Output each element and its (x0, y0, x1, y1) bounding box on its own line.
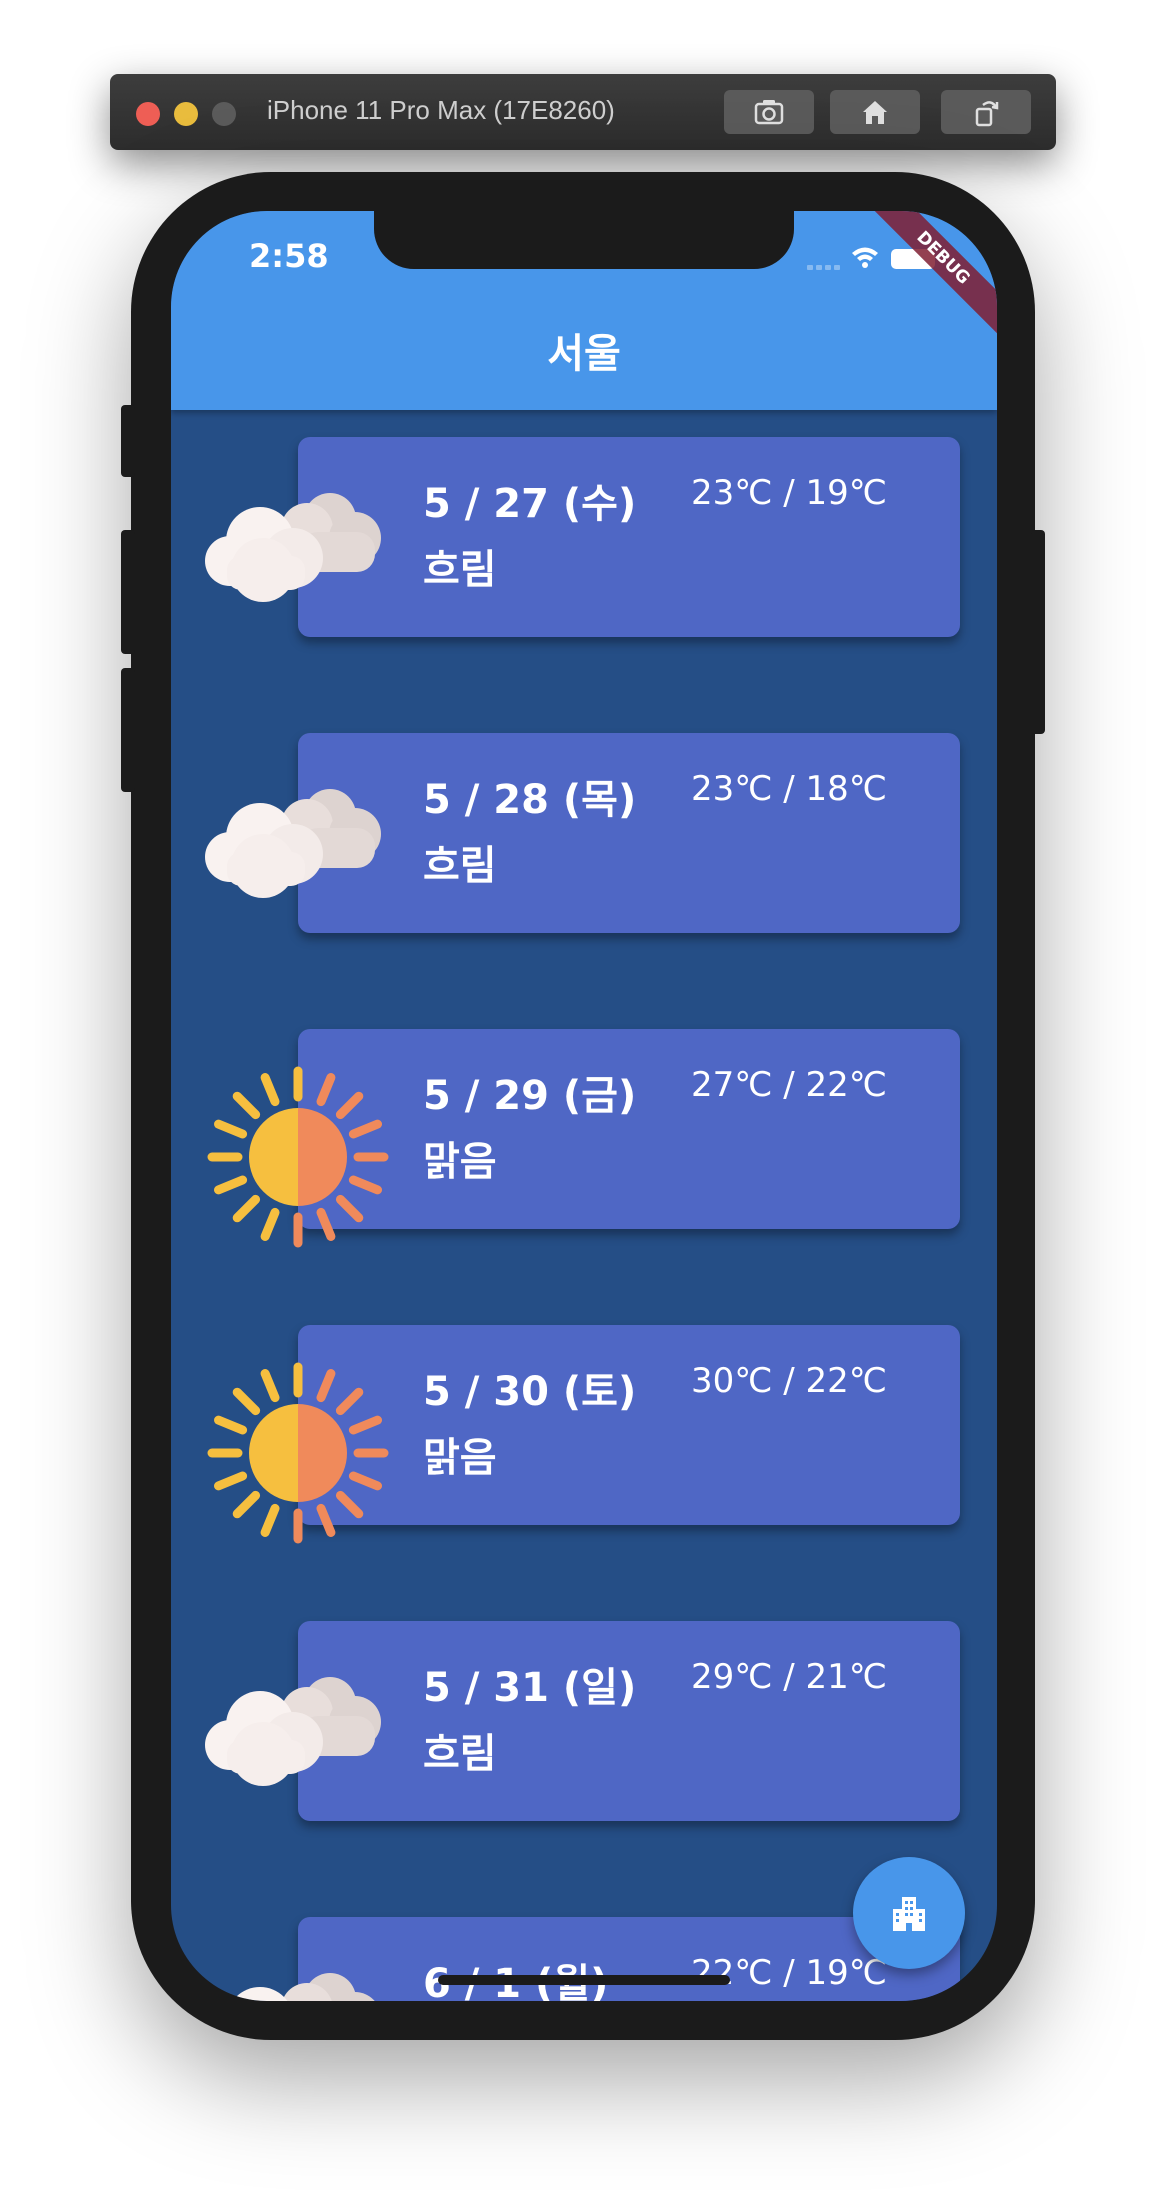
screenshot-icon (754, 100, 784, 125)
forecast-date: 5 / 31 (일) (423, 1665, 637, 1711)
forecast-date: 5 / 28 (목) (423, 777, 637, 823)
forecast-item[interactable]: 5 / 30 (토) 맑음 30℃ / 22℃ (171, 1325, 997, 1544)
status-time: 2:58 (249, 237, 329, 275)
forecast-date: 5 / 29 (금) (423, 1073, 637, 1119)
forecast-item[interactable]: 5 / 28 (목) 흐림 23℃ / 18℃ (171, 733, 997, 933)
phone-screen: 5 / 27 (수) 흐림 23℃ / 19℃ 5 / 28 (목) 흐림 23℃ / 1… (171, 211, 997, 2001)
minimize-window-button[interactable] (174, 102, 198, 126)
screenshot-button[interactable] (724, 90, 814, 134)
volume-down-button (121, 668, 135, 792)
power-button (1031, 530, 1045, 734)
forecast-card (298, 733, 960, 933)
volume-up-button (121, 530, 135, 654)
forecast-date: 5 / 30 (토) (423, 1369, 637, 1415)
rotate-button[interactable] (941, 90, 1031, 134)
signal-icon (807, 265, 840, 270)
forecast-condition: 맑음 (423, 1139, 497, 1185)
forecast-temperature: 23℃ / 19℃ (691, 473, 887, 513)
simulator-title: iPhone 11 Pro Max (17E8260) (267, 95, 615, 125)
wifi-icon (852, 247, 878, 268)
simulator-title-bar: iPhone 11 Pro Max (17E8260) (110, 74, 1056, 150)
page-title: 서울 (547, 331, 621, 377)
forecast-temperature: 30℃ / 22℃ (691, 1361, 887, 1401)
notch (374, 211, 794, 269)
forecast-item[interactable]: 5 / 27 (수) 흐림 23℃ / 19℃ (171, 437, 997, 637)
close-window-button[interactable] (136, 102, 160, 126)
forecast-temperature: 27℃ / 22℃ (691, 1065, 887, 1105)
back-cloud (282, 1973, 375, 2001)
city-select-button[interactable] (853, 1857, 965, 1969)
forecast-card (298, 1621, 960, 1821)
forecast-card (298, 1029, 960, 1229)
home-indicator[interactable] (438, 1975, 730, 1985)
forecast-item[interactable]: 5 / 29 (금) 맑음 27℃ / 22℃ (171, 1029, 997, 1248)
forecast-condition: 흐림 (423, 1731, 497, 1777)
forecast-card (298, 437, 960, 637)
forecast-condition: 맑음 (423, 1435, 497, 1481)
silent-switch (121, 405, 135, 477)
forecast-list[interactable]: 5 / 27 (수) 흐림 23℃ / 19℃ 5 / 28 (목) 흐림 23℃ / 1… (171, 410, 997, 2001)
forecast-condition: 흐림 (423, 547, 497, 593)
forecast-card (298, 1325, 960, 1525)
home-button[interactable] (830, 90, 920, 134)
forecast-temperature: 23℃ / 18℃ (691, 769, 887, 809)
forecast-temperature: 22℃ / 19℃ (691, 1953, 887, 1993)
zoom-window-button[interactable] (212, 102, 236, 126)
rotate-icon (975, 101, 999, 127)
forecast-date: 5 / 27 (수) (423, 481, 637, 527)
home-icon (863, 101, 887, 124)
forecast-item[interactable]: 5 / 31 (일) 흐림 29℃ / 21℃ (171, 1621, 997, 1821)
forecast-condition: 흐림 (423, 843, 497, 889)
forecast-temperature: 29℃ / 21℃ (691, 1657, 887, 1697)
city-icon (893, 1897, 925, 1931)
